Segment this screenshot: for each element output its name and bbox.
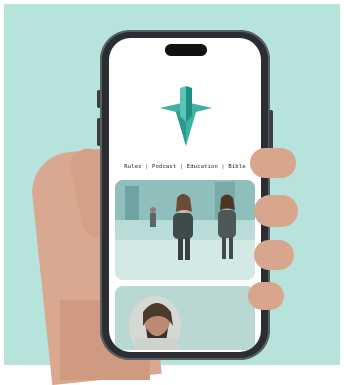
phone-screen: Rules | Podcast | Education | Bible <box>109 38 261 352</box>
nav-item-rules[interactable]: Rules <box>124 164 141 170</box>
power-button[interactable] <box>269 110 273 150</box>
nav-separator: | <box>145 164 153 170</box>
finger <box>248 282 284 310</box>
nav-menu: Rules | Podcast | Education | Bible <box>109 164 261 170</box>
finger <box>254 195 298 227</box>
nav-item-podcast[interactable]: Podcast <box>152 164 176 170</box>
street-scene-illustration <box>115 180 255 280</box>
dynamic-island <box>165 44 207 56</box>
nav-item-education[interactable]: Education <box>187 164 218 170</box>
nav-separator: | <box>179 164 187 170</box>
featured-image-walking-women[interactable] <box>115 180 255 280</box>
nav-item-bible[interactable]: Bible <box>228 164 245 170</box>
cross-logo-icon[interactable] <box>152 82 220 150</box>
featured-image-portrait[interactable] <box>115 286 255 350</box>
finger <box>250 148 296 178</box>
finger <box>254 240 294 270</box>
portrait-illustration <box>115 286 255 350</box>
